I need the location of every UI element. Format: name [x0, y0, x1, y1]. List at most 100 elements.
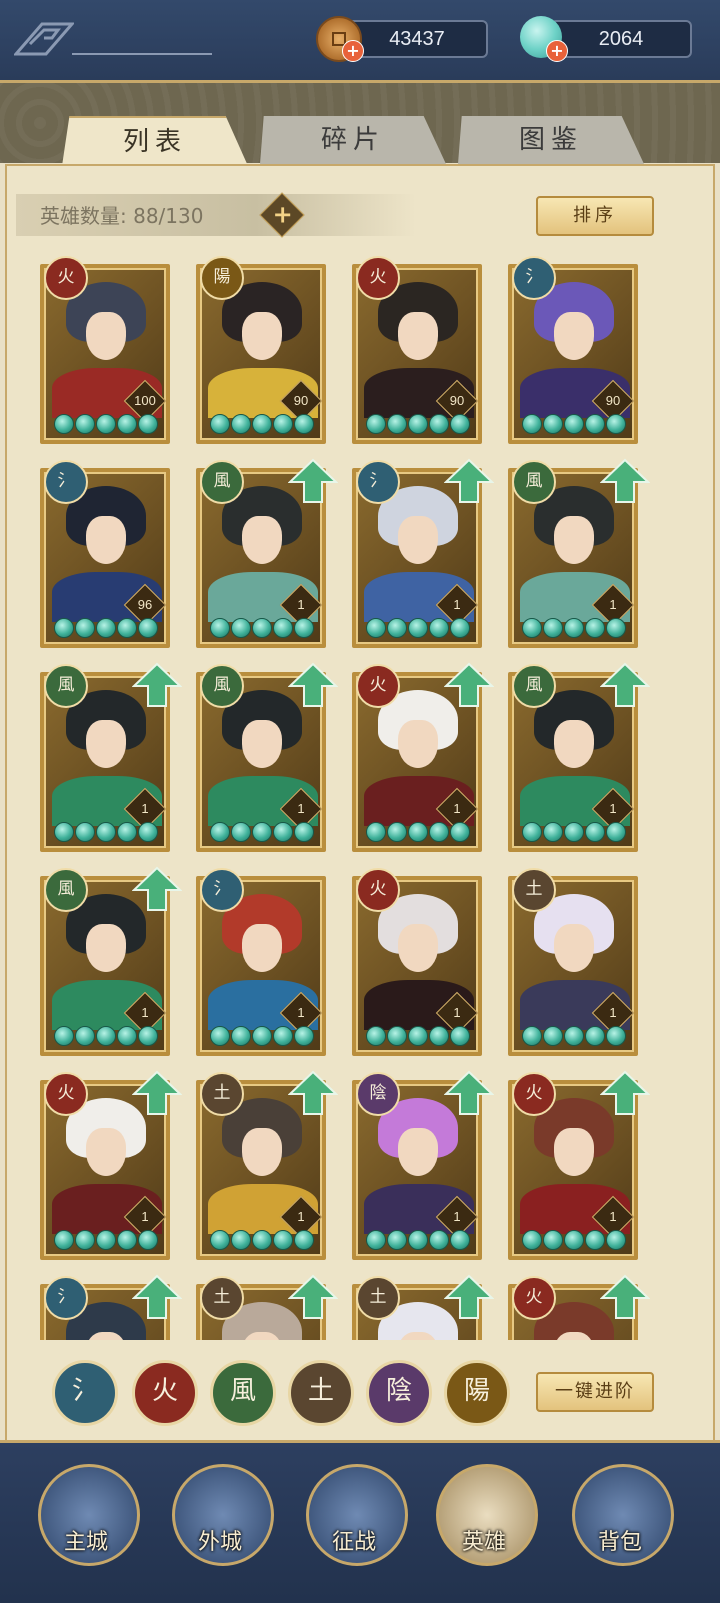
hero-level-text: 1	[297, 801, 305, 816]
hero-portrait-face	[242, 924, 282, 972]
hero-level-text: 1	[453, 801, 461, 816]
sort-button[interactable]: 排序	[536, 196, 654, 236]
jade-star-icon	[294, 414, 314, 434]
jade-star-icon	[294, 1026, 314, 1046]
menu-emblem-icon[interactable]	[14, 22, 74, 56]
jade-star-icon	[54, 414, 74, 434]
hero-portrait-face	[242, 720, 282, 768]
jade-star-icon	[231, 822, 251, 842]
divider	[72, 53, 212, 55]
hero-portrait-face	[242, 312, 282, 360]
hero-portrait-face	[242, 1128, 282, 1176]
jade-star-icon	[75, 1230, 95, 1250]
jade-star-icon	[564, 822, 584, 842]
element-badge-earth: 土	[356, 1276, 400, 1320]
hero-star-row	[208, 822, 318, 842]
jade-star-icon	[366, 822, 386, 842]
hero-level-text: 90	[605, 393, 621, 408]
element-badge-yang: 陽	[200, 256, 244, 300]
filter-earth-button[interactable]: 土	[288, 1360, 354, 1426]
add-jade-icon[interactable]: +	[546, 40, 568, 62]
jade-star-icon	[138, 618, 158, 638]
jade-star-icon	[366, 1026, 386, 1046]
jade-star-icon	[408, 1026, 428, 1046]
tab-codex[interactable]: 图鉴	[458, 116, 644, 164]
hero-portrait-face	[86, 924, 126, 972]
add-coin-icon[interactable]: +	[342, 40, 364, 62]
element-badge-water: 氵	[44, 460, 88, 504]
filter-fire-button[interactable]: 火	[132, 1360, 198, 1426]
upgrade-arrow-icon	[600, 1274, 650, 1319]
jade-star-icon	[96, 1230, 116, 1250]
hero-star-row	[208, 1026, 318, 1046]
jade-star-icon	[564, 618, 584, 638]
coin-currency[interactable]: 43437 +	[316, 16, 496, 62]
jade-star-icon	[408, 414, 428, 434]
upgrade-arrow-icon	[132, 866, 182, 911]
jade-star-icon	[543, 1026, 563, 1046]
jade-star-icon	[429, 822, 449, 842]
hero-star-row	[520, 1230, 630, 1250]
hero-level-text: 1	[609, 1209, 617, 1224]
jade-star-icon	[294, 822, 314, 842]
jade-star-icon	[387, 1026, 407, 1046]
element-badge-earth: 土	[200, 1276, 244, 1320]
jade-star-icon	[231, 618, 251, 638]
jade-star-icon	[450, 414, 470, 434]
element-badge-water: 氵	[356, 460, 400, 504]
jade-amount: 2064	[550, 20, 692, 58]
element-badge-wind: 風	[200, 664, 244, 708]
jade-star-icon	[75, 618, 95, 638]
hero-count-label: 英雄数量: 88/130	[40, 204, 204, 228]
tab-list[interactable]: 列表	[62, 116, 248, 166]
hero-level-text: 1	[297, 1005, 305, 1020]
one-click-advance-button[interactable]: 一键进阶	[536, 1372, 654, 1412]
hero-portrait-face	[242, 516, 282, 564]
nav-label: 英雄	[461, 1530, 506, 1555]
hero-level-text: 1	[453, 1209, 461, 1224]
jade-star-icon	[606, 1230, 626, 1250]
jade-star-icon	[138, 822, 158, 842]
filter-yin-button[interactable]: 陰	[366, 1360, 432, 1426]
filter-water-button[interactable]: 氵	[52, 1360, 118, 1426]
hero-star-row	[208, 414, 318, 434]
hero-portrait-face	[86, 516, 126, 564]
jade-star-icon	[252, 822, 272, 842]
jade-star-icon	[522, 618, 542, 638]
jade-star-icon	[231, 1230, 251, 1250]
jade-star-icon	[429, 414, 449, 434]
hero-star-row	[364, 822, 474, 842]
element-badge-water: 氵	[44, 1276, 88, 1320]
hero-level-text: 1	[297, 1209, 305, 1224]
jade-star-icon	[75, 414, 95, 434]
hero-level-text: 90	[293, 393, 309, 408]
hero-level-text: 1	[297, 597, 305, 612]
jade-star-icon	[96, 618, 116, 638]
upgrade-arrow-icon	[444, 458, 494, 503]
jade-currency[interactable]: 2064 +	[520, 16, 700, 62]
jade-star-icon	[252, 618, 272, 638]
jade-star-icon	[210, 414, 230, 434]
hero-portrait-face	[554, 1128, 594, 1176]
jade-star-icon	[585, 618, 605, 638]
upgrade-arrow-icon	[288, 1070, 338, 1115]
element-badge-fire: 火	[356, 256, 400, 300]
hero-level-text: 1	[609, 597, 617, 612]
hero-portrait-face	[554, 312, 594, 360]
jade-star-icon	[138, 414, 158, 434]
element-badge-wind: 風	[512, 664, 556, 708]
hero-star-row	[208, 618, 318, 638]
jade-star-icon	[522, 1026, 542, 1046]
element-badge-water: 氵	[512, 256, 556, 300]
filter-wind-button[interactable]: 風	[210, 1360, 276, 1426]
hero-portrait-face	[398, 516, 438, 564]
jade-star-icon	[450, 618, 470, 638]
coin-amount: 43437	[346, 20, 488, 58]
filter-yang-button[interactable]: 陽	[444, 1360, 510, 1426]
hero-portrait-face	[554, 516, 594, 564]
jade-star-icon	[96, 1026, 116, 1046]
hero-portrait-face	[86, 312, 126, 360]
jade-star-icon	[273, 618, 293, 638]
tab-fragments[interactable]: 碎片	[260, 116, 446, 164]
jade-star-icon	[408, 822, 428, 842]
